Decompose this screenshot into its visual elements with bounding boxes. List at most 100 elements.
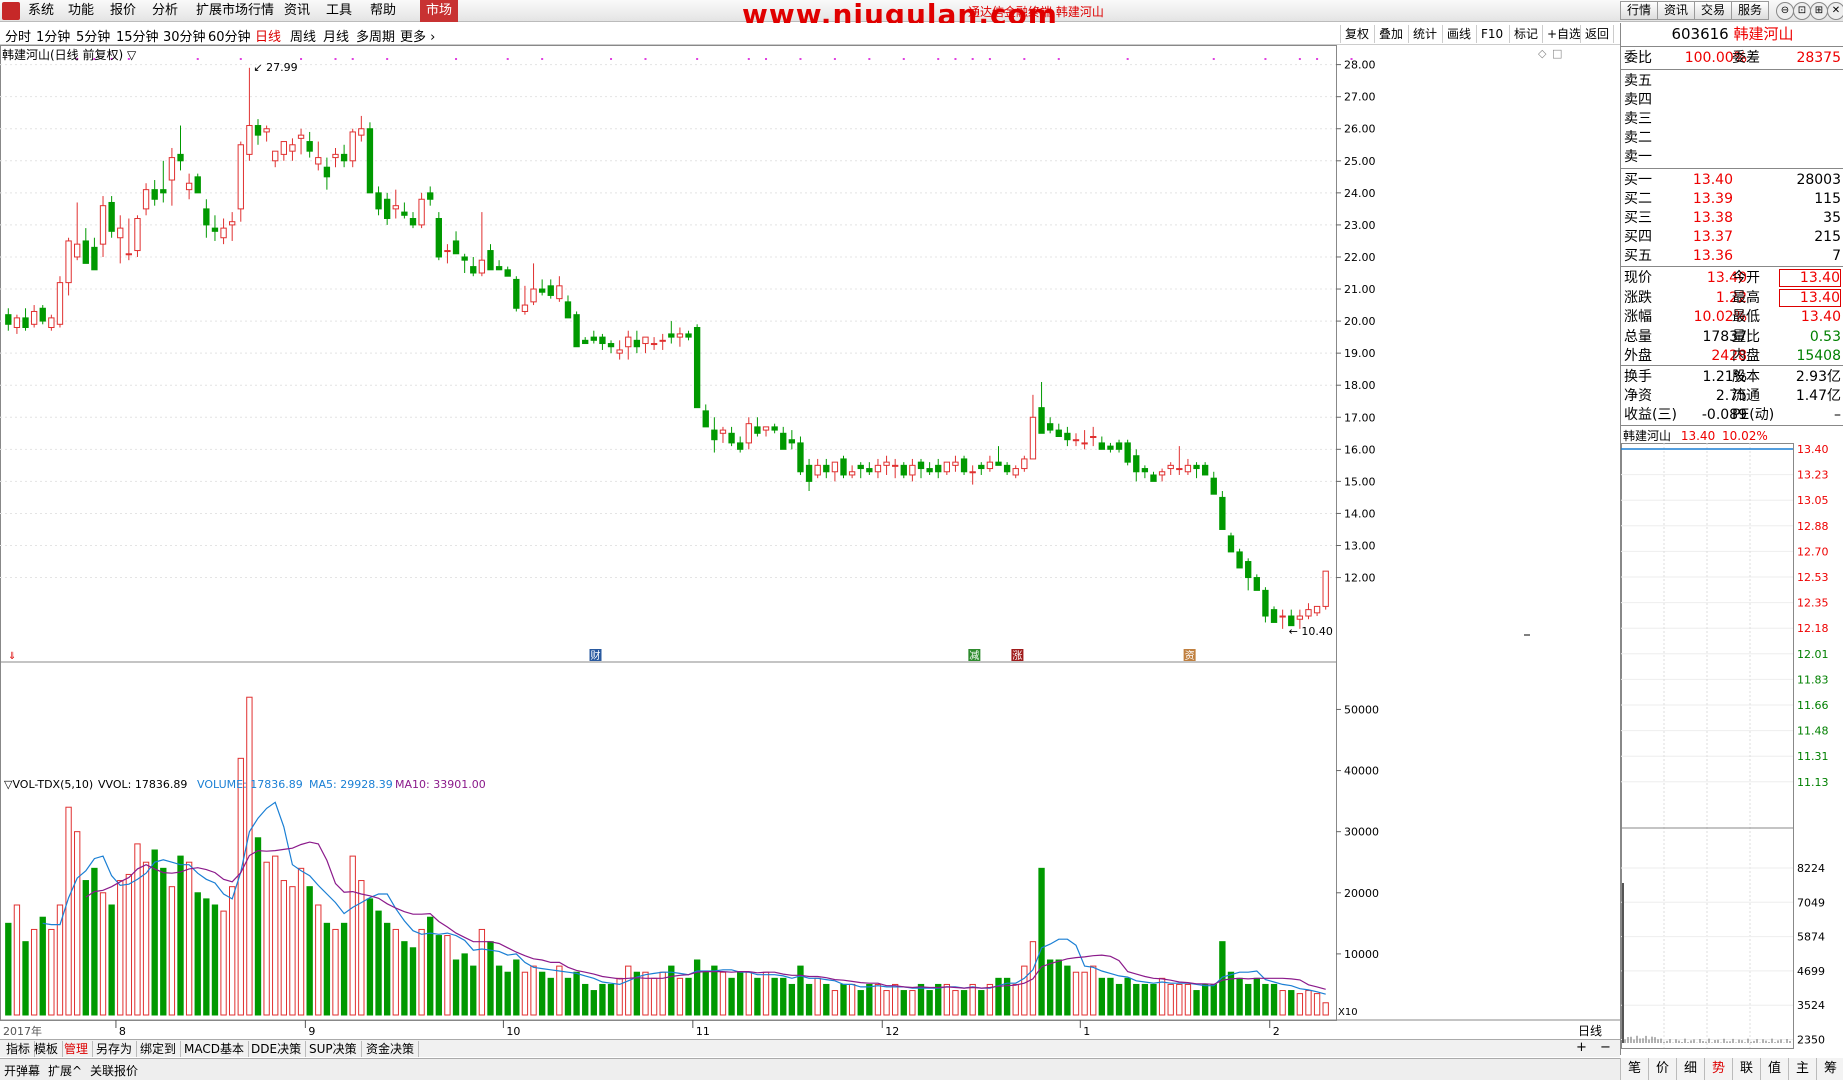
candle-body	[599, 336, 606, 345]
tab-dde[interactable]: DDE决策	[247, 1041, 307, 1057]
kline-svg[interactable]: 28.00 27.00 26.00 25.00 24.00 23.00 22.00 21.00…	[0, 45, 1620, 1039]
zoom-in-button[interactable]: +	[1576, 1040, 1587, 1055]
tab-manage[interactable]: 管理	[60, 1041, 94, 1057]
menu-function[interactable]: 功能	[62, 0, 100, 22]
period-30min[interactable]: 30分钟	[163, 26, 206, 45]
volume-bar	[1322, 1002, 1329, 1016]
nav-tab-0[interactable]: 笔	[1620, 1058, 1648, 1080]
volume-bar	[56, 904, 64, 1016]
period-60min[interactable]: 60分钟	[208, 26, 251, 45]
candle-body	[315, 157, 322, 165]
tab-macd[interactable]: MACD基本	[180, 1041, 249, 1057]
menu-tools[interactable]: 工具	[320, 0, 358, 22]
menu-market[interactable]: 市场	[420, 0, 459, 22]
tab-sup[interactable]: SUP决策	[305, 1041, 362, 1057]
hangqing-button[interactable]: 行情	[1620, 1, 1658, 20]
menu-analysis[interactable]: 分析	[146, 0, 184, 22]
volume-bar	[358, 880, 365, 1016]
extend-toggle[interactable]: 扩展^	[48, 1062, 82, 1079]
mini-frame	[1621, 443, 1794, 1049]
volume-bar	[943, 983, 951, 1016]
zixun-button[interactable]: 资讯	[1657, 1, 1695, 20]
period-fenshi[interactable]: 分时	[5, 26, 31, 45]
candle-body	[229, 221, 236, 226]
period-15min[interactable]: 15分钟	[116, 26, 159, 45]
nav-tab-5[interactable]: 值	[1760, 1058, 1788, 1080]
volume-bar	[625, 965, 632, 1016]
signal-dot	[610, 58, 613, 60]
signal-dot	[1350, 58, 1353, 60]
volume-bar	[685, 977, 692, 1016]
period-weekly[interactable]: 周线	[290, 26, 316, 45]
period-multi[interactable]: 多周期	[356, 26, 395, 45]
menu-system[interactable]: 系统	[22, 0, 60, 22]
draw-button[interactable]: 画线	[1442, 25, 1475, 43]
tab-save-as[interactable]: 另存为	[92, 1041, 138, 1057]
fuquan-button[interactable]: 复权	[1340, 25, 1373, 43]
nav-tab-4[interactable]: 联	[1732, 1058, 1760, 1080]
volume-bar	[797, 965, 804, 1016]
tab-fund[interactable]: 资金决策	[362, 1041, 420, 1057]
period-1min[interactable]: 1分钟	[36, 26, 70, 45]
f10-button[interactable]: F10	[1476, 25, 1507, 43]
period-more[interactable]: 更多 ›	[400, 26, 435, 45]
menu-quote[interactable]: 报价	[104, 0, 142, 22]
period-monthly[interactable]: 月线	[323, 26, 349, 45]
overlay-button[interactable]: 叠加	[1374, 25, 1407, 43]
candle-body	[1158, 471, 1166, 476]
candle-body	[719, 429, 727, 434]
back-button[interactable]: 返回	[1580, 25, 1615, 43]
period-daily[interactable]: 日线	[255, 26, 281, 45]
intraday-mini-chart[interactable]: 13.40 13.23 13.05 12.88 12.70 12.53 12.35 12.18…	[1621, 443, 1843, 1055]
candle-body	[659, 339, 666, 342]
volume-bar	[229, 886, 236, 1016]
nav-tab-7[interactable]: 筹	[1816, 1058, 1843, 1080]
minimize-icon[interactable]: ⊖	[1776, 2, 1794, 20]
menu-help[interactable]: 帮助	[364, 0, 402, 22]
candle-body	[99, 205, 107, 245]
maximize-icon[interactable]: ⊞	[1810, 2, 1828, 20]
nav-tab-3[interactable]: 势	[1704, 1058, 1732, 1080]
menu-extended-market[interactable]: 扩展市场行情	[190, 0, 280, 22]
stats-button[interactable]: 统计	[1408, 25, 1441, 43]
volume-bar	[900, 990, 907, 1016]
nav-tab-2[interactable]: 细	[1676, 1058, 1704, 1080]
add-watchlist-button[interactable]: +自选	[1542, 25, 1585, 43]
volume-bar	[1167, 983, 1174, 1016]
candle-body	[452, 240, 460, 255]
period-5min[interactable]: 5分钟	[76, 26, 110, 45]
volume-bar	[203, 898, 210, 1016]
nav-tab-1[interactable]: 价	[1648, 1058, 1676, 1080]
candle-body	[892, 464, 899, 467]
fin-value: –	[1834, 407, 1841, 423]
mark-button[interactable]: 标记	[1509, 25, 1542, 43]
kline-chart-area[interactable]: 28.00 27.00 26.00 25.00 24.00 23.00 22.00 21.00…	[0, 45, 1620, 1043]
volume-bar	[91, 867, 98, 1016]
volume-bar	[1021, 965, 1028, 1016]
stat-value: 13.40	[1779, 269, 1841, 287]
restore-icon[interactable]: ⊡	[1793, 2, 1811, 20]
volume-bar	[771, 977, 778, 1016]
related-quote[interactable]: 关联报价	[90, 1062, 138, 1079]
close-icon[interactable]: ✕	[1827, 2, 1843, 20]
candle-body	[297, 134, 305, 139]
candle-body	[306, 141, 313, 152]
volume-bar	[1158, 977, 1166, 1016]
fin-row: 收益(三) -0.089 PE(动) –	[1621, 406, 1843, 425]
candle-body	[556, 285, 563, 300]
jiaoyi-button[interactable]: 交易	[1694, 1, 1732, 20]
volume-bar	[1201, 983, 1209, 1016]
tab-bind-to[interactable]: 绑定到	[136, 1041, 182, 1057]
buy-row: 买三 13.38 35	[1621, 209, 1843, 228]
tab-template[interactable]: 模板	[30, 1041, 64, 1057]
zoom-out-button[interactable]: −	[1600, 1040, 1611, 1055]
fin-label: 流通	[1732, 388, 1760, 404]
menu-news[interactable]: 资讯	[278, 0, 316, 22]
signal-dot	[747, 58, 750, 60]
volume-bar	[1296, 993, 1304, 1016]
fuwu-button[interactable]: 服务	[1731, 1, 1769, 20]
nav-tab-6[interactable]: 主	[1788, 1058, 1816, 1080]
danmu-toggle[interactable]: 开弹幕	[4, 1062, 40, 1079]
fin-row: 换手 1.21% 股本 2.93亿	[1621, 368, 1843, 387]
candle-body	[366, 128, 374, 194]
